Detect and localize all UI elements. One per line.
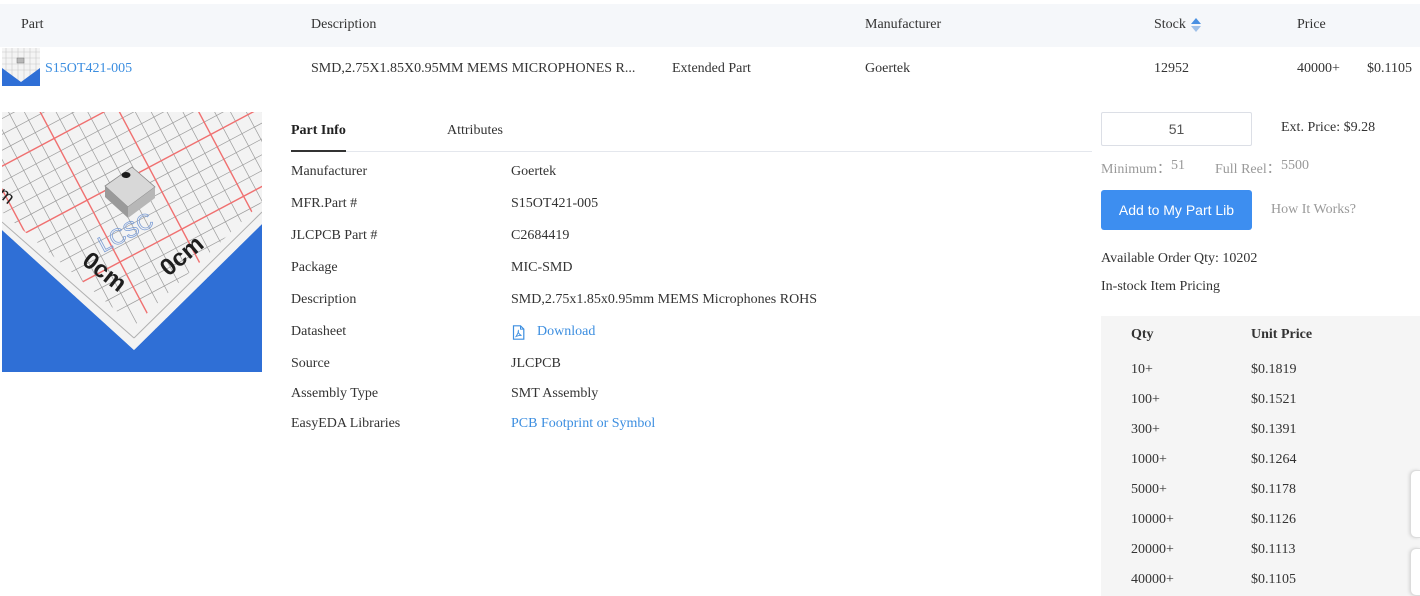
info-value-manufacturer: Goertek <box>511 164 557 179</box>
info-label-jlcpcb-part: JLCPCB Part # <box>291 228 378 243</box>
how-it-works-link[interactable]: How It Works? <box>1271 202 1356 218</box>
tab-attributes[interactable]: Attributes <box>447 123 503 139</box>
part-number-link[interactable]: S15OT421-005 <box>45 61 132 77</box>
price-row-qty: 100+ <box>1131 392 1160 407</box>
price-row-price: $0.1105 <box>1251 572 1296 587</box>
info-label-manufacturer: Manufacturer <box>291 164 368 179</box>
price-row-qty: 1000+ <box>1131 452 1167 467</box>
info-label-datasheet: Datasheet <box>291 324 347 339</box>
table-header: Part Description Manufacturer Stock Pric… <box>0 4 1420 47</box>
tab-active-indicator <box>291 150 346 152</box>
price-row-price: $0.1521 <box>1251 392 1297 407</box>
easyeda-libraries-link[interactable]: PCB Footprint or Symbol <box>511 416 655 432</box>
info-value-package: MIC-SMD <box>511 260 573 275</box>
info-value-description: SMD,2.75x1.85x0.95mm MEMS Microphones RO… <box>511 292 818 307</box>
floating-side-tab[interactable] <box>1410 548 1420 596</box>
row-description: SMD,2.75X1.85X0.95MM MEMS MICROPHONES R.… <box>311 61 636 76</box>
floating-side-tab[interactable] <box>1410 470 1420 538</box>
tab-part-info[interactable]: Part Info <box>291 123 346 139</box>
info-label-easyeda: EasyEDA Libraries <box>291 416 401 431</box>
price-row-price: $0.1126 <box>1251 512 1296 527</box>
info-label-assembly-type: Assembly Type <box>291 386 379 401</box>
info-label-mfr-part: MFR.Part # <box>291 196 358 211</box>
ext-price: Ext. Price: $9.28 <box>1281 120 1376 135</box>
row-stock: 12952 <box>1154 61 1189 76</box>
header-manufacturer: Manufacturer <box>865 17 942 32</box>
info-value-source: JLCPCB <box>511 356 561 371</box>
price-table-qty-header: Qty <box>1131 327 1154 342</box>
product-image[interactable]: LCSC 0cm 0cm m <box>2 112 262 372</box>
minimum-value: 51 <box>1171 158 1185 173</box>
full-reel-value: 5500 <box>1281 158 1309 173</box>
available-order-qty: Available Order Qty: 10202 <box>1101 251 1258 266</box>
header-price: Price <box>1297 17 1326 32</box>
header-stock[interactable]: Stock <box>1154 17 1186 33</box>
sort-icon[interactable] <box>1190 17 1202 33</box>
price-row-qty: 10+ <box>1131 362 1153 377</box>
quantity-input[interactable] <box>1101 112 1252 146</box>
row-price: $0.1105 <box>1367 61 1412 76</box>
price-row-price: $0.1391 <box>1251 422 1297 437</box>
info-label-package: Package <box>291 260 338 275</box>
product-photo: LCSC 0cm 0cm m <box>2 112 262 372</box>
pricing-title: In-stock Item Pricing <box>1101 279 1220 294</box>
row-price-qty: 40000+ <box>1297 61 1340 76</box>
price-row-price: $0.1819 <box>1251 362 1297 377</box>
price-row-price: $0.1264 <box>1251 452 1297 467</box>
info-label-source: Source <box>291 356 330 371</box>
price-row-qty: 40000+ <box>1131 572 1174 587</box>
info-value-jlcpcb-part: C2684419 <box>511 228 570 243</box>
header-part: Part <box>21 17 44 32</box>
info-label-description: Description <box>291 292 357 307</box>
price-row-qty: 10000+ <box>1131 512 1174 527</box>
header-description: Description <box>311 17 377 32</box>
info-value-assembly-type: SMT Assembly <box>511 386 599 401</box>
price-row-price: $0.1113 <box>1251 542 1296 557</box>
row-part-type: Extended Part <box>672 61 751 76</box>
price-table-unit-price-header: Unit Price <box>1251 327 1313 342</box>
tabs-divider <box>291 151 1092 152</box>
datasheet-download-link[interactable]: Download <box>537 324 595 340</box>
price-row-qty: 5000+ <box>1131 482 1167 497</box>
info-value-mfr-part: S15OT421-005 <box>511 196 599 211</box>
price-row-qty: 300+ <box>1131 422 1160 437</box>
minimum-label: Minimum： <box>1101 162 1172 177</box>
price-row-qty: 20000+ <box>1131 542 1174 557</box>
part-thumbnail[interactable] <box>2 48 40 86</box>
pdf-icon[interactable] <box>512 325 525 340</box>
full-reel-label: Full Reel： <box>1215 162 1281 177</box>
price-table: Qty Unit Price 10+ $0.1819 100+ $0.1521 … <box>1101 316 1420 596</box>
add-to-part-lib-button[interactable]: Add to My Part Lib <box>1101 190 1252 230</box>
price-row-price: $0.1178 <box>1251 482 1296 497</box>
row-manufacturer: Goertek <box>865 61 911 76</box>
